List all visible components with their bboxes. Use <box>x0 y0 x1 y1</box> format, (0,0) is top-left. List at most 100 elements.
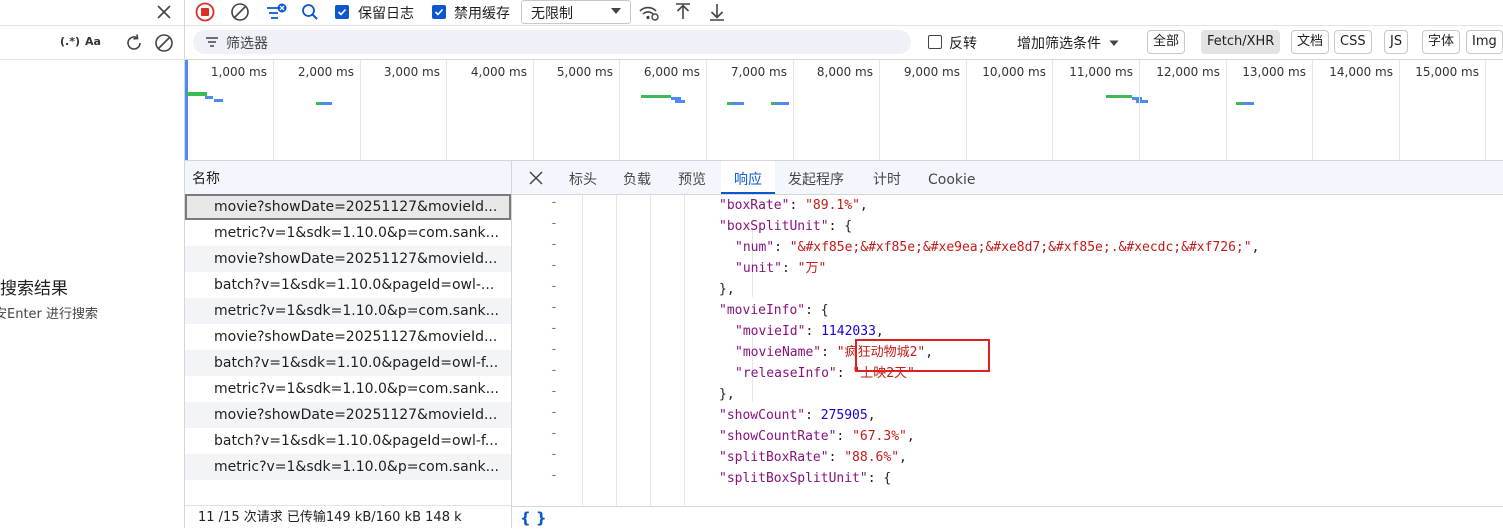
filter-icon <box>205 36 219 52</box>
code-token: "splitBoxRate" <box>719 450 829 465</box>
refresh-icon[interactable] <box>122 31 146 55</box>
type-filter-doc[interactable]: 文档 <box>1291 30 1330 54</box>
code-token: "88.6%" <box>844 450 900 465</box>
overview-tick-label: 15,000 ms <box>1415 65 1479 79</box>
fold-marker[interactable]: - <box>550 300 560 315</box>
code-token: , <box>875 324 884 339</box>
filter-placeholder: 筛选器 <box>226 36 268 52</box>
code-token: , <box>906 429 915 444</box>
tab-payload[interactable]: 负载 <box>623 161 651 194</box>
clear-log-icon[interactable] <box>228 0 252 24</box>
fold-marker[interactable]: - <box>550 384 560 399</box>
export-har-icon[interactable] <box>705 0 729 24</box>
code-line: "unit": "万" <box>735 258 826 279</box>
pretty-print-button[interactable]: { } <box>520 509 547 527</box>
close-icon[interactable] <box>152 0 176 24</box>
highlight-box <box>855 339 990 372</box>
search-icon[interactable] <box>298 0 322 24</box>
throttling-select[interactable]: 无限制 <box>521 0 631 24</box>
clear-icon[interactable] <box>152 31 176 55</box>
code-line: "splitBoxSplitUnit": { <box>719 468 891 489</box>
overview-bar <box>732 102 744 105</box>
code-token: "boxRate" <box>719 198 790 213</box>
fold-marker[interactable]: - <box>550 447 560 462</box>
fold-marker[interactable]: - <box>550 321 560 336</box>
tab-timing[interactable]: 计时 <box>873 161 901 194</box>
fold-marker[interactable]: - <box>550 237 560 252</box>
network-conditions-icon[interactable] <box>637 0 661 24</box>
regex-toggle[interactable]: (.*) <box>60 35 80 48</box>
case-sensitive-toggle[interactable]: Aa <box>85 35 101 48</box>
fold-marker[interactable]: - <box>550 405 560 420</box>
code-line: "showCountRate": "67.3%", <box>719 426 915 447</box>
search-panel: (.*) Aa 搜索结果 安Enter 进行搜索 <box>0 0 185 528</box>
request-row[interactable]: batch?v=1&sdk=1.10.0&pageId=owl-f... <box>185 428 511 454</box>
overview-bar <box>1242 102 1254 105</box>
overview-bar <box>641 95 671 98</box>
request-row[interactable]: batch?v=1&sdk=1.10.0&pageId=owl-... <box>185 272 511 298</box>
chevron-down-icon <box>610 5 622 21</box>
code-token: "showCount" <box>719 408 806 423</box>
network-overview[interactable]: 1,000 ms 2,000 ms 3,000 ms 4,000 ms 5,000 ms… <box>185 60 1503 161</box>
code-line: "num": "&#xf85e;&#xf85e;&#xe9ea;&#xe8d7;… <box>735 237 1259 258</box>
tab-initiator[interactable]: 发起程序 <box>788 161 844 194</box>
tab-headers[interactable]: 标头 <box>569 161 597 194</box>
status-bar: 11 /15 次请求 已传输149 kB/160 kB 148 k <box>185 505 511 529</box>
request-row[interactable]: movie?showDate=20251127&movieId... <box>185 194 511 220</box>
code-token: "splitBoxSplitUnit" <box>719 471 868 486</box>
fold-marker[interactable]: - <box>550 342 560 357</box>
disable-cache-checkbox[interactable] <box>432 5 446 19</box>
overview-bar <box>775 102 789 105</box>
code-line: }, <box>719 384 735 405</box>
type-filter-all[interactable]: 全部 <box>1147 30 1186 54</box>
type-filter-css[interactable]: CSS <box>1334 30 1372 54</box>
type-filter-font[interactable]: 字体 <box>1422 30 1461 54</box>
code-token: "unit" <box>735 261 782 276</box>
response-code-view[interactable]: - "boxRate": "89.1%", - "boxSplitUnit": {- "… <box>512 195 1503 506</box>
request-row[interactable]: movie?showDate=20251127&movieId... <box>185 246 511 272</box>
tab-preview[interactable]: 预览 <box>678 161 706 194</box>
code-token: }, <box>719 282 735 297</box>
request-row[interactable]: metric?v=1&sdk=1.10.0&p=com.sank... <box>185 376 511 402</box>
fold-marker[interactable]: - <box>550 468 560 483</box>
import-har-icon[interactable] <box>671 0 695 24</box>
request-row[interactable]: movie?showDate=20251127&movieId... <box>185 324 511 350</box>
close-icon[interactable] <box>526 168 546 188</box>
code-token: : { <box>805 303 829 318</box>
tab-cookies[interactable]: Cookie <box>928 161 976 194</box>
record-stop-icon[interactable] <box>193 0 217 24</box>
type-filter-js[interactable]: JS <box>1384 30 1409 54</box>
request-row[interactable]: metric?v=1&sdk=1.10.0&p=com.sank... <box>185 454 511 480</box>
request-row[interactable]: metric?v=1&sdk=1.10.0&p=com.sank... <box>185 220 511 246</box>
indent-guide <box>616 195 617 506</box>
chevron-down-icon <box>1109 37 1119 52</box>
filter-input[interactable]: 筛选器 <box>193 30 911 54</box>
filter-settings-icon[interactable] <box>263 0 289 24</box>
request-row[interactable]: movie?showDate=20251127&movieId... <box>185 402 511 428</box>
more-filters-label: 增加筛选条件 <box>1017 36 1101 52</box>
code-token: : { <box>828 219 853 234</box>
tab-response[interactable]: 响应 <box>721 161 775 194</box>
fold-marker[interactable]: - <box>550 216 560 231</box>
request-row[interactable]: batch?v=1&sdk=1.10.0&pageId=owl-f... <box>185 350 511 376</box>
request-row[interactable]: metric?v=1&sdk=1.10.0&p=com.sank... <box>185 298 511 324</box>
fold-marker[interactable]: - <box>550 363 560 378</box>
code-token: }, <box>719 387 735 402</box>
code-token: 1142033 <box>821 324 876 339</box>
request-list-header[interactable]: 名称 <box>185 161 511 195</box>
code-token: "89.1%" <box>805 198 860 213</box>
fold-marker[interactable]: - <box>550 426 560 441</box>
overview-tick-label: 5,000 ms <box>556 65 613 79</box>
fold-marker[interactable]: - <box>550 279 560 294</box>
preserve-log-checkbox[interactable] <box>335 5 349 19</box>
overview-bar <box>205 96 213 99</box>
code-token: "showCountRate" <box>719 429 837 444</box>
fold-marker[interactable]: - <box>550 195 560 210</box>
fold-marker[interactable]: - <box>550 258 560 273</box>
more-filters-dropdown[interactable]: 增加筛选条件 <box>1017 33 1119 53</box>
type-filter-img[interactable]: Img <box>1466 30 1503 54</box>
request-summary: 11 /15 次请求 已传输149 kB/160 kB 148 k <box>198 510 462 525</box>
type-filter-fetch-xhr[interactable]: Fetch/XHR <box>1201 30 1281 54</box>
code-token: : <box>836 366 853 381</box>
invert-checkbox[interactable] <box>928 35 942 49</box>
